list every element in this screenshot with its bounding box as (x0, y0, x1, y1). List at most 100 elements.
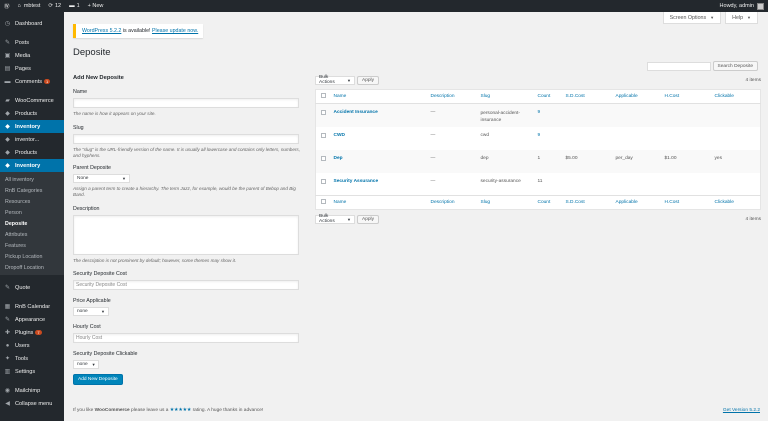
column-header-description[interactable]: Description (430, 89, 481, 104)
clickable-select[interactable]: none ▼ (73, 360, 99, 369)
row-checkbox[interactable] (321, 155, 326, 161)
chevron-down-icon: ▼ (122, 175, 126, 181)
site-name-link[interactable]: ⌂ mbtest (14, 0, 45, 12)
bulk-actions-value: Bulk Actions (319, 214, 335, 224)
menu-woocommerce[interactable]: ▰ WooCommerce (0, 94, 64, 107)
name-hint: The name is how it appears on your site. (73, 111, 156, 116)
menu-inventory[interactable]: ◆ Inventory (0, 120, 64, 133)
footer-header-description[interactable]: Description (430, 195, 481, 210)
admin-bar: Ⓦ ⌂ mbtest ⟳ 12 ▬ 1 + New Howdy, admin (0, 0, 768, 12)
column-header-count[interactable]: Count (537, 89, 566, 104)
menu-quote[interactable]: ✎ Quote (0, 281, 64, 294)
menu-tools[interactable]: ✦ Tools (0, 352, 64, 365)
menu-rnb-calendar[interactable]: ▦ RnB Calendar (0, 300, 64, 313)
menu-label: inventor... (15, 136, 40, 143)
submenu-all-inventory[interactable]: All inventory (0, 174, 64, 185)
menu-inventor[interactable]: ◆ inventor... (0, 133, 64, 146)
account-menu[interactable]: Howdy, admin (716, 0, 768, 12)
menu-plugins[interactable]: ✚ Plugins 7 (0, 326, 64, 339)
submenu-rnb-categories[interactable]: RnB Categories (0, 185, 64, 196)
update-now-link[interactable]: Please update now. (152, 28, 198, 34)
description-textarea[interactable] (73, 214, 299, 255)
table-header-row: Name Description Slug Count S.D.Cost App… (315, 89, 761, 104)
footer-header-slug[interactable]: Slug (480, 195, 538, 210)
submenu-deposite[interactable]: Deposite (0, 218, 64, 229)
submenu-features[interactable]: Features (0, 240, 64, 251)
add-new-deposite-button[interactable]: Add New Deposite (73, 374, 123, 385)
menu-label: Pages (15, 65, 31, 72)
search-button[interactable]: Search Deposite (712, 61, 758, 71)
term-name-link[interactable]: Security Assurance (334, 179, 379, 184)
column-header-name[interactable]: Name (333, 89, 431, 104)
wordpress-logo-icon[interactable]: Ⓦ (0, 0, 14, 12)
rating-stars-link[interactable]: ★★★★★ (170, 408, 192, 413)
hourly-cost-input[interactable]: Hourly Cost (73, 333, 299, 343)
apply-button[interactable]: Apply (357, 75, 379, 85)
select-all-checkbox[interactable] (321, 93, 326, 98)
select-all-checkbox-bottom[interactable] (321, 199, 326, 204)
menu-appearance[interactable]: ✎ Appearance (0, 313, 64, 326)
submenu-resources[interactable]: Resources (0, 196, 64, 207)
menu-products[interactable]: ◆ Products (0, 107, 64, 120)
menu-label: Media (15, 52, 31, 59)
home-icon: ⌂ (17, 3, 21, 9)
inventory-icon: ◆ (5, 163, 10, 169)
cost-input[interactable]: Security Deposite Cost (73, 280, 299, 290)
wordpress-version-link[interactable]: WordPress 5.2.2 (82, 28, 121, 34)
comments-count: 1 (76, 3, 80, 9)
price-applicable-select[interactable]: none ▼ (73, 307, 109, 316)
tablenav-bottom: Bulk Actions ▼ Apply 4 items (315, 214, 761, 224)
plugins-badge: 7 (35, 330, 42, 335)
slug-input[interactable] (73, 133, 299, 144)
term-clickable (715, 104, 761, 127)
term-applicable (616, 127, 665, 150)
menu-inventory-current[interactable]: ◆ Inventory (0, 159, 64, 172)
table-row: Dep — dep 1 $5.00 per_day $1.00 yes (315, 149, 761, 173)
help-tab[interactable]: Help ▼ (725, 12, 758, 24)
collapse-menu[interactable]: ◀ Collapse menu (0, 397, 64, 410)
row-checkbox[interactable] (321, 178, 326, 184)
term-count[interactable]: 9 (538, 104, 566, 127)
submenu-dropoff-location[interactable]: Dropoff Location (0, 262, 64, 273)
menu-settings[interactable]: ▥ Settings (0, 365, 64, 378)
updates-link[interactable]: ⟳ 12 (44, 0, 65, 12)
items-count-bottom: 4 items (745, 216, 761, 222)
term-count[interactable]: 9 (538, 127, 566, 150)
new-content-link[interactable]: + New (84, 0, 108, 12)
parent-select[interactable]: None ▼ (73, 173, 130, 183)
search-input[interactable] (646, 61, 711, 71)
menu-dashboard[interactable]: ◷ Dashboard (0, 17, 64, 30)
comments-link[interactable]: ▬ 1 (65, 0, 84, 12)
wrench-icon: ✦ (4, 356, 11, 362)
bulk-actions-select-bottom[interactable]: Bulk Actions ▼ (315, 214, 355, 224)
term-name-link[interactable]: CWD (334, 133, 345, 138)
column-header-h-cost: H.Cost (664, 89, 715, 104)
term-name-link[interactable]: Dep (334, 156, 343, 161)
row-checkbox[interactable] (321, 110, 326, 115)
footer-header-count[interactable]: Count (537, 195, 566, 210)
chevron-down-icon: ▼ (347, 216, 351, 222)
menu-pages[interactable]: ▤ Pages (0, 62, 64, 75)
menu-users[interactable]: ● Users (0, 339, 64, 352)
menu-posts[interactable]: ✎ Posts (0, 36, 64, 49)
column-header-slug[interactable]: Slug (480, 89, 538, 104)
submenu-pickup-location[interactable]: Pickup Location (0, 251, 64, 262)
menu-products-2[interactable]: ◆ Products (0, 146, 64, 159)
screen-options-tab[interactable]: Screen Options ▼ (662, 12, 722, 24)
bulk-actions-select[interactable]: Bulk Actions ▼ (315, 75, 355, 85)
submenu-person[interactable]: Person (0, 207, 64, 218)
menu-media[interactable]: ▣ Media (0, 49, 64, 62)
name-input[interactable] (73, 98, 299, 108)
menu-label: Appearance (15, 316, 46, 323)
row-checkbox[interactable] (321, 132, 326, 138)
get-version-link[interactable]: Get Version 5.2.2 (723, 408, 760, 413)
apply-button-bottom[interactable]: Apply (357, 214, 379, 224)
submenu-attributes[interactable]: Attributes (0, 229, 64, 240)
term-name-link[interactable]: Accident Insurance (334, 110, 378, 115)
footer-header-name[interactable]: Name (333, 195, 431, 210)
menu-mailchimp[interactable]: ◉ Mailchimp (0, 384, 64, 397)
cost-label: Security Deposite Cost (73, 271, 127, 277)
slug-hint: The “slug” is the URL-friendly version o… (73, 146, 300, 159)
menu-comments[interactable]: ▬ Comments 1 (0, 75, 64, 88)
footer-header-applicable: Applicable (615, 195, 665, 210)
